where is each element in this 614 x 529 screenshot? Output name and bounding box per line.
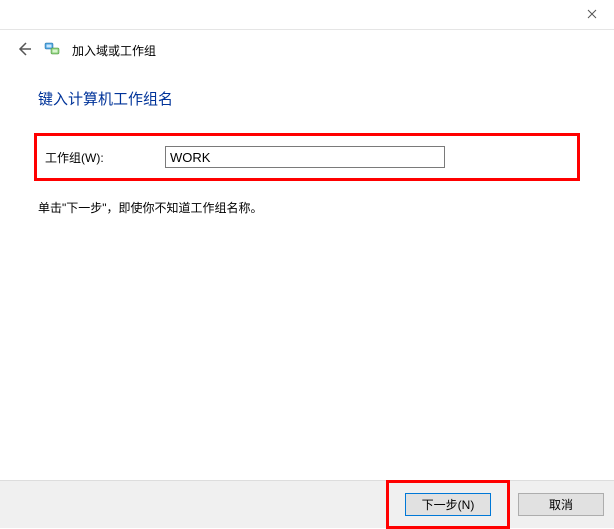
title-bar — [0, 0, 614, 30]
hint-text: 单击"下一步"，即使你不知道工作组名称。 — [34, 199, 580, 216]
close-button[interactable] — [569, 0, 614, 29]
page-heading: 键入计算机工作组名 — [34, 88, 580, 109]
close-icon — [587, 8, 597, 22]
workgroup-label: 工作组(W): — [45, 149, 135, 166]
wizard-footer: 下一步(N) 取消 — [0, 480, 614, 528]
back-button[interactable] — [14, 40, 34, 60]
wizard-title: 加入域或工作组 — [72, 42, 156, 59]
cancel-button[interactable]: 取消 — [518, 493, 604, 516]
workgroup-row: 工作组(W): — [34, 133, 580, 181]
next-highlight: 下一步(N) — [386, 480, 510, 529]
wizard-header: 加入域或工作组 — [0, 30, 614, 66]
next-button[interactable]: 下一步(N) — [405, 493, 491, 516]
workgroup-input[interactable] — [165, 146, 445, 168]
wizard-content: 键入计算机工作组名 工作组(W): 单击"下一步"，即使你不知道工作组名称。 — [0, 66, 614, 216]
back-arrow-icon — [16, 41, 32, 60]
network-computers-icon — [44, 41, 62, 59]
